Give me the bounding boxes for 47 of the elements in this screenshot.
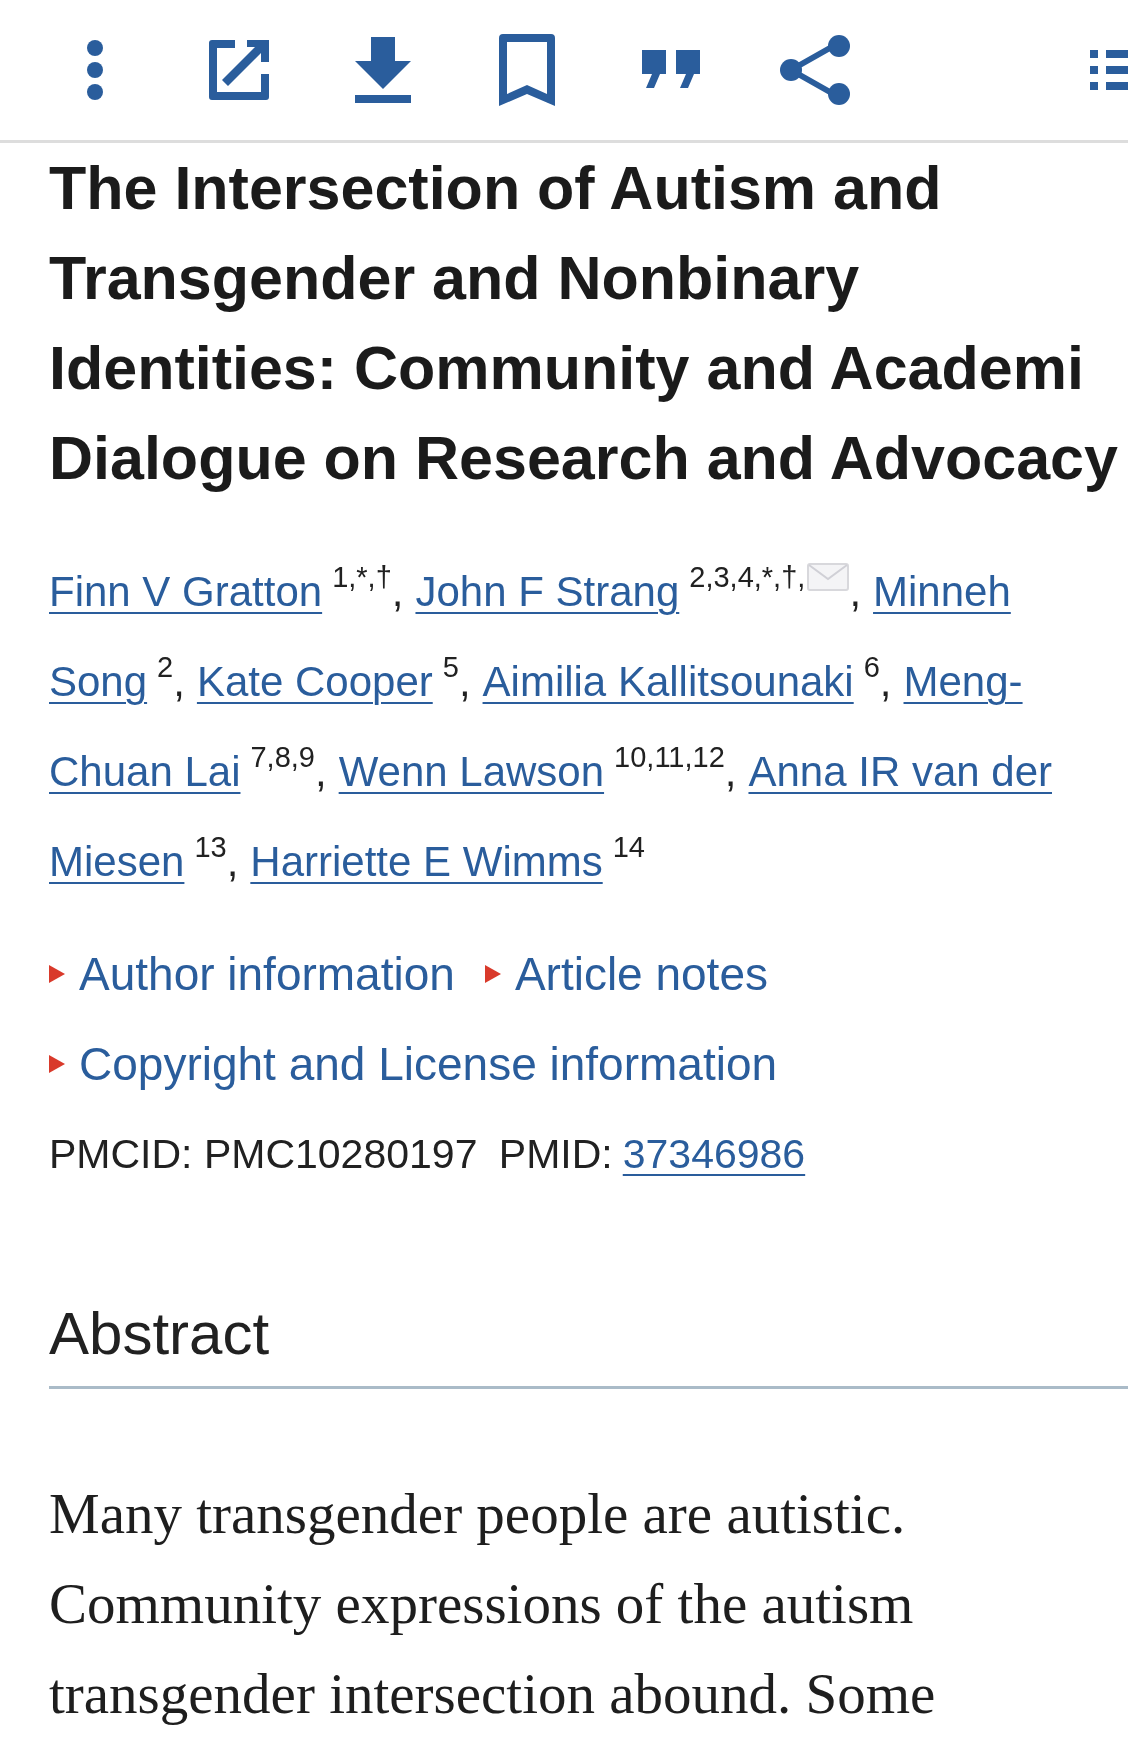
affiliation-numbers: 10,11,12 [614, 743, 725, 772]
affiliation-numbers: 1,*,† [332, 563, 392, 592]
separator-comma: , [458, 657, 471, 707]
pmid-label: PMID: [497, 1130, 613, 1178]
affiliation-numbers: 2 [157, 653, 174, 682]
expander-link[interactable]: Article notes [484, 929, 768, 1019]
separator-comma: , [226, 837, 239, 887]
triangle-icon [49, 965, 65, 983]
author-link[interactable]: Minneh [873, 547, 1011, 637]
author-link[interactable]: Finn V Gratton [49, 547, 323, 637]
author-link[interactable]: Song [49, 637, 148, 727]
pmid-link[interactable]: 37346986 [622, 1130, 806, 1178]
affiliation-numbers: 5 [442, 653, 459, 682]
separator-comma: , [849, 567, 862, 617]
expander-link[interactable]: Copyright and License information [49, 1019, 778, 1109]
affiliation-numbers: 13 [194, 833, 227, 862]
author-link[interactable]: Harriette E Wimms [250, 817, 603, 907]
expander-link[interactable]: Author information [49, 929, 455, 1019]
abstract-text: Many transgender people are autistic. Community expressions of the autism transgender intersection abound. Some [49, 1481, 937, 1727]
separator-comma: , [391, 567, 404, 617]
triangle-icon [484, 965, 501, 983]
download-icon[interactable] [355, 37, 411, 103]
author-link[interactable]: Kate Cooper [196, 637, 433, 727]
separator-comma: , [724, 747, 737, 797]
bookmark-icon[interactable] [499, 34, 555, 106]
share-icon[interactable] [779, 34, 851, 106]
author-link[interactable]: Miesen [49, 817, 185, 907]
affiliation-numbers: 7,8,9 [250, 743, 315, 772]
quote-icon[interactable] [642, 50, 700, 90]
author-link[interactable]: Wenn Lawson [338, 727, 605, 817]
list-icon[interactable] [1090, 48, 1128, 92]
author-link[interactable]: John F Strang [415, 547, 680, 637]
affiliation-numbers: 6 [863, 653, 880, 682]
pmcid-label: PMCID: PMC10280197 [49, 1130, 478, 1178]
author-link[interactable]: Anna IR van der [748, 727, 1052, 817]
separator-comma: , [315, 747, 327, 797]
author-link[interactable]: Meng- [903, 637, 1023, 727]
triangle-icon [49, 1055, 65, 1073]
author-link[interactable]: Chuan Lai [49, 727, 241, 817]
separator-comma: , [173, 657, 185, 707]
article-title: The Intersection of Autism and Transgender and Nonbinary Identities: Community and Academi Dialogue on Research and Advocacy [49, 153, 1119, 494]
separator-comma: , [879, 657, 892, 707]
more-icon[interactable] [85, 38, 105, 102]
affiliation-numbers: 14 [612, 833, 645, 862]
author-link[interactable]: Aimilia Kallitsounaki [482, 637, 854, 727]
affiliation-numbers: 2,3,4,*,†, [689, 563, 806, 592]
abstract-heading: Abstract [49, 1294, 1128, 1389]
